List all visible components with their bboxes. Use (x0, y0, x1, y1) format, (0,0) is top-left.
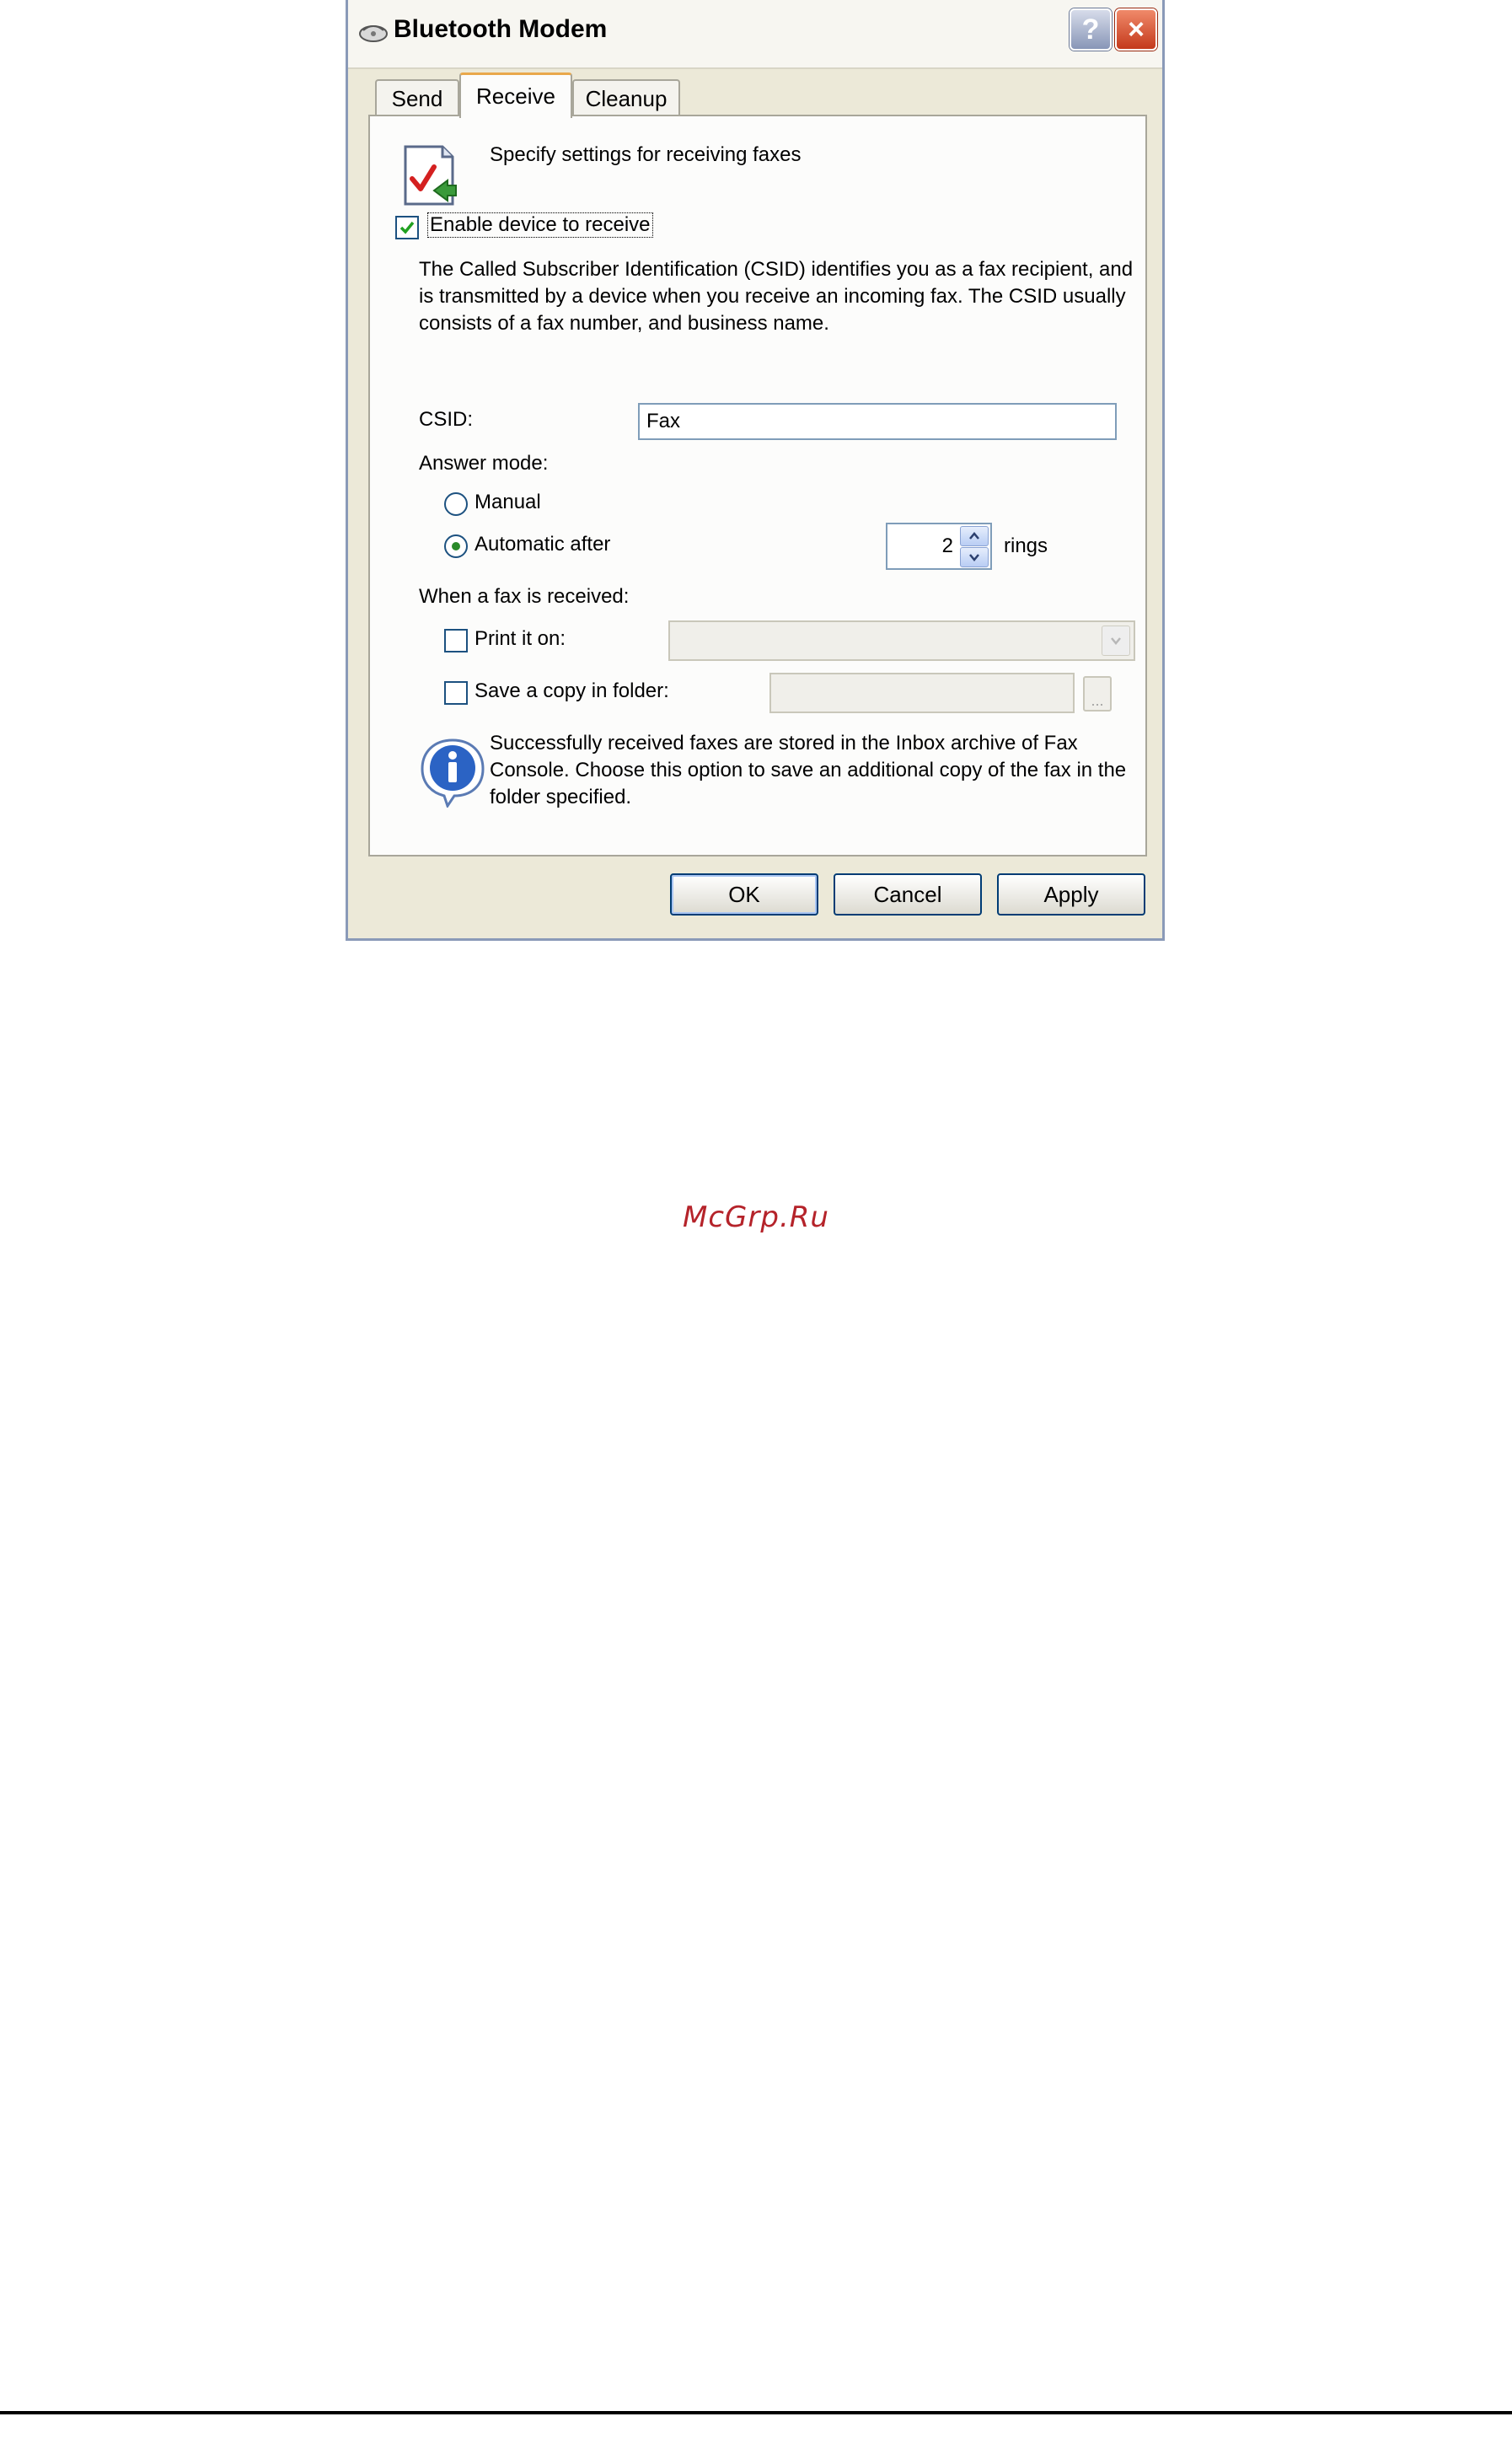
title-bar[interactable]: Bluetooth Modem ? × (348, 0, 1162, 69)
receive-fax-icon (404, 145, 457, 206)
save-copy-label[interactable]: Save a copy in folder: (475, 679, 669, 703)
help-button[interactable]: ? (1070, 8, 1112, 51)
printer-select[interactable] (668, 620, 1135, 661)
enable-receive-checkbox[interactable] (395, 216, 419, 239)
info-text: Successfully received faxes are stored i… (490, 732, 1127, 808)
spin-down-button[interactable] (960, 547, 989, 567)
watermark-text: McGrp.Ru (683, 1200, 829, 1234)
save-copy-checkbox[interactable] (444, 681, 468, 705)
manual-label[interactable]: Manual (475, 491, 541, 514)
spin-up-button[interactable] (960, 526, 989, 546)
ok-button[interactable]: OK (670, 873, 818, 916)
radio-selected-dot (452, 542, 460, 550)
close-icon: × (1128, 13, 1145, 46)
apply-button[interactable]: Apply (997, 873, 1145, 916)
modem-icon (359, 25, 388, 42)
cancel-button[interactable]: Cancel (834, 873, 982, 916)
print-label[interactable]: Print it on: (475, 627, 566, 651)
page-bottom-rule (0, 2411, 1512, 2414)
manual-radio[interactable] (444, 492, 468, 516)
bluetooth-modem-dialog: Bluetooth Modem ? × Send Receive Cleanup… (346, 0, 1165, 941)
tab-send[interactable]: Send (375, 79, 459, 116)
tab-strip: Send Receive Cleanup (368, 72, 1144, 118)
dialog-title: Bluetooth Modem (394, 15, 608, 43)
close-button[interactable]: × (1115, 8, 1157, 51)
automatic-radio[interactable] (444, 534, 468, 558)
receive-panel: Specify settings for receiving faxes Ena… (368, 115, 1147, 857)
browse-button[interactable]: ... (1083, 676, 1112, 712)
receive-header: Specify settings for receiving faxes (490, 143, 802, 166)
tab-cleanup[interactable]: Cleanup (572, 79, 680, 116)
tab-receive[interactable]: Receive (459, 72, 572, 118)
enable-receive-label[interactable]: Enable device to receive (427, 212, 653, 238)
answer-mode-label: Answer mode: (419, 452, 549, 475)
folder-input[interactable] (769, 673, 1075, 713)
automatic-label[interactable]: Automatic after (475, 533, 610, 556)
csid-label: CSID: (419, 408, 474, 431)
rings-value[interactable]: 2 (942, 534, 953, 558)
select-arrow-button[interactable] (1102, 626, 1130, 656)
info-icon (421, 738, 485, 808)
chevron-down-icon (969, 554, 979, 561)
print-checkbox[interactable] (444, 629, 468, 652)
csid-input[interactable]: Fax (638, 403, 1117, 440)
when-received-label: When a fax is received: (419, 585, 630, 608)
chevron-up-icon (969, 532, 979, 540)
help-icon: ? (1081, 13, 1100, 46)
csid-description: The Called Subscriber Identification (CS… (419, 258, 1134, 335)
chevron-down-icon (1111, 637, 1121, 645)
checkmark-icon (399, 221, 415, 234)
rings-label: rings (1004, 534, 1048, 557)
rings-spinbox[interactable]: 2 (886, 523, 992, 570)
